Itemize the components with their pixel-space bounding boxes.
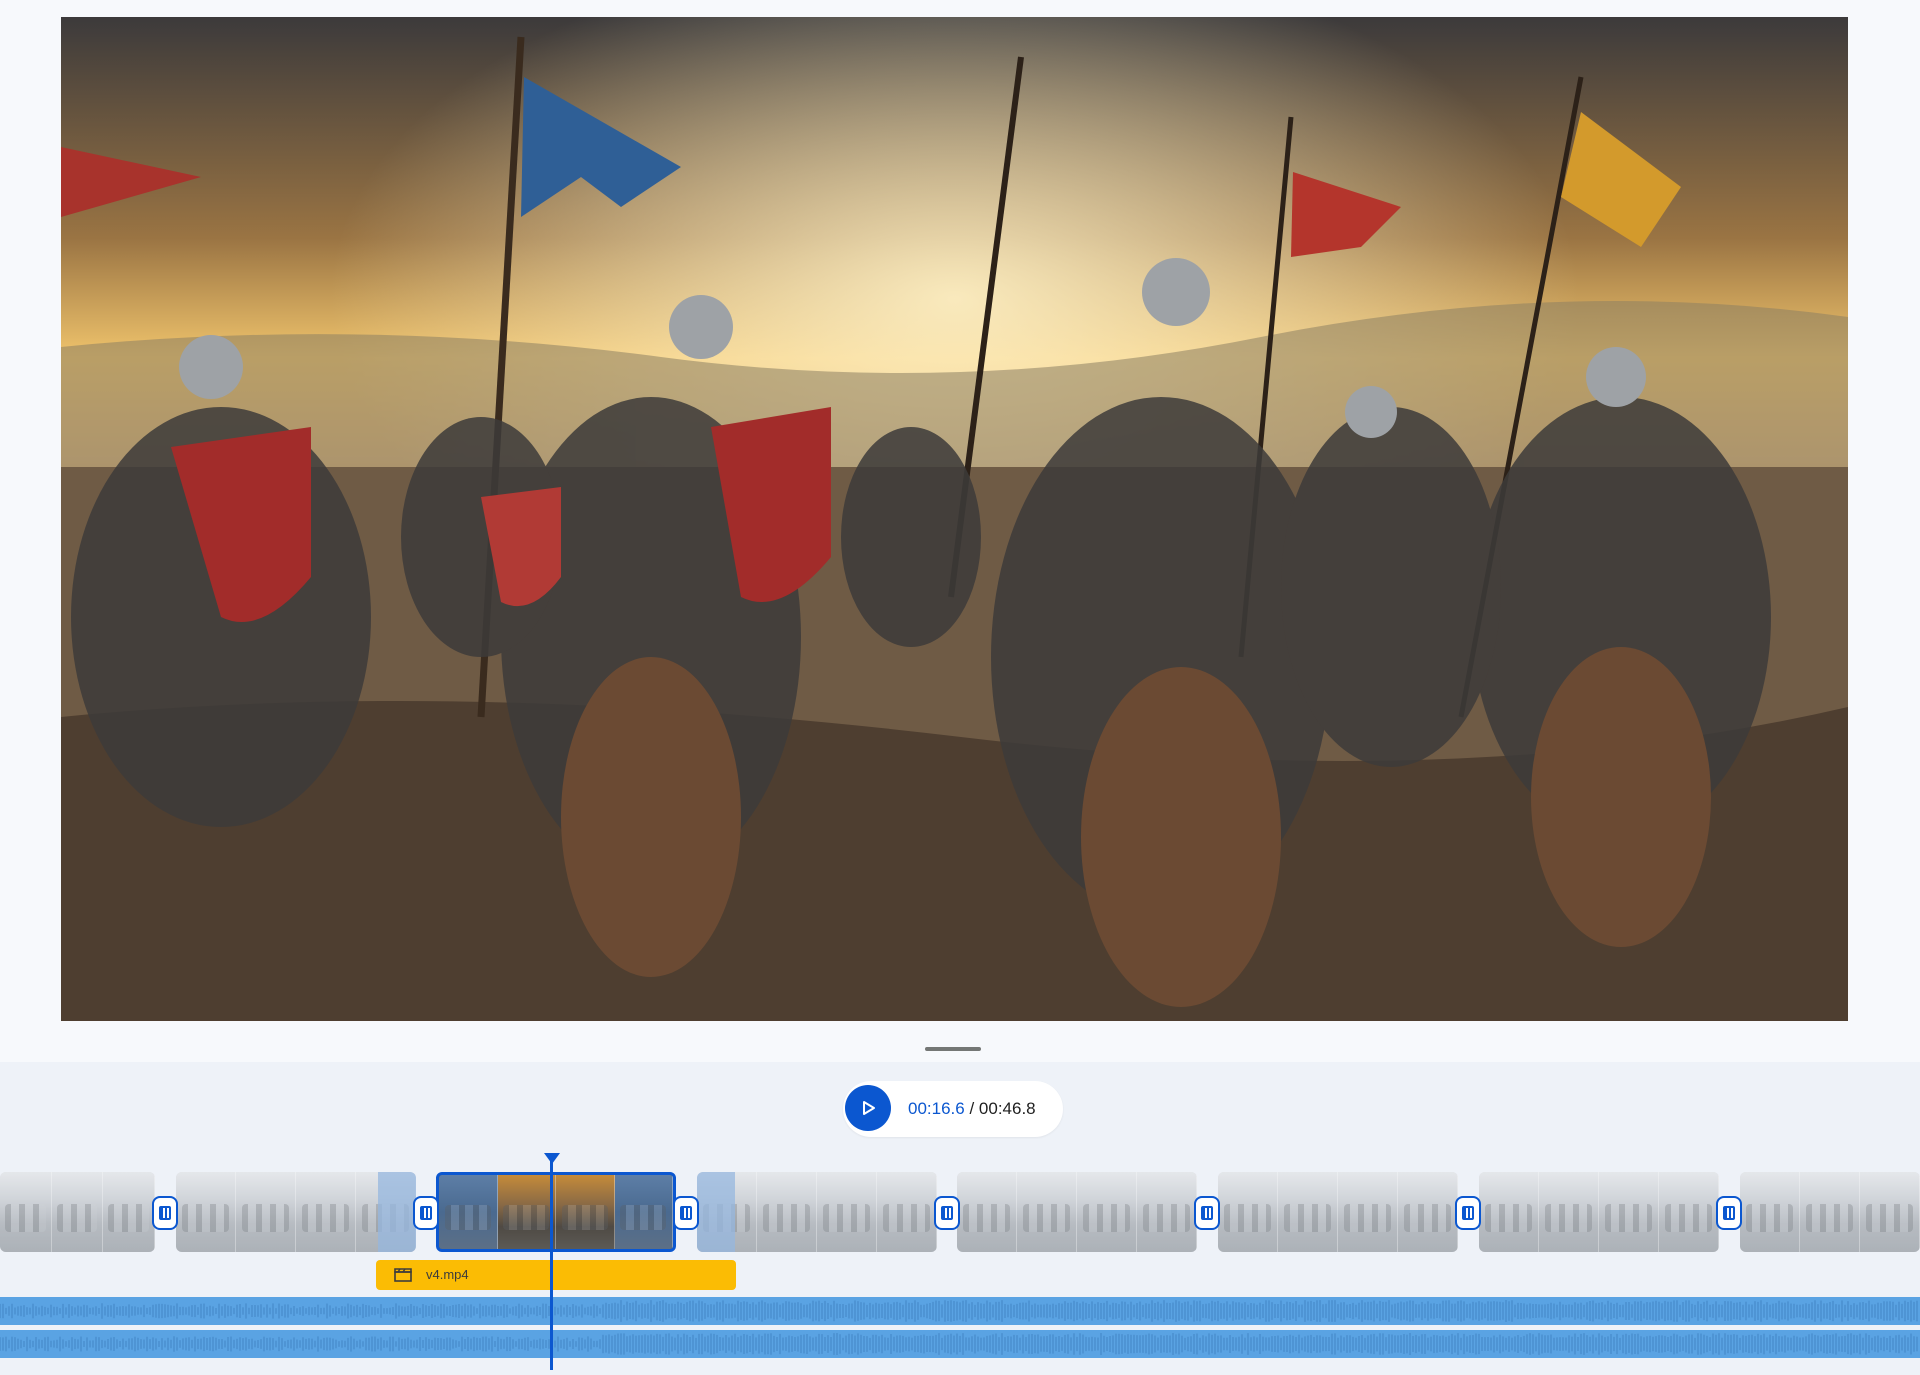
transition-icon xyxy=(1723,1206,1735,1220)
timeline-clip[interactable] xyxy=(1218,1172,1458,1252)
time-readout: 00:16.6 / 00:46.8 xyxy=(908,1099,1036,1119)
audio-waveform-1 xyxy=(0,1300,1918,1322)
transition-icon xyxy=(680,1206,692,1220)
transition-icon xyxy=(1201,1206,1213,1220)
timeline-clip[interactable] xyxy=(1479,1172,1719,1252)
media-track-clip[interactable]: v4.mp4 xyxy=(376,1260,736,1290)
audio-track-2[interactable] xyxy=(0,1330,1920,1358)
timeline-clip[interactable] xyxy=(957,1172,1197,1252)
clapperboard-icon xyxy=(394,1268,412,1282)
timeline-clip[interactable] xyxy=(1740,1172,1920,1252)
media-track-label: v4.mp4 xyxy=(426,1267,469,1282)
playhead-handle[interactable] xyxy=(544,1153,560,1164)
transition-button[interactable] xyxy=(934,1196,960,1230)
timeline-clip[interactable] xyxy=(0,1172,155,1252)
total-time: 00:46.8 xyxy=(978,1099,1036,1118)
transition-icon xyxy=(1462,1206,1474,1220)
audio-track-1[interactable] xyxy=(0,1297,1920,1325)
transition-button[interactable] xyxy=(1455,1196,1481,1230)
timeline-clip-selected[interactable] xyxy=(436,1172,676,1252)
time-separator: / xyxy=(964,1099,979,1118)
playhead-line xyxy=(550,1158,553,1370)
playback-controls: 00:16.6 / 00:46.8 xyxy=(843,1081,1063,1137)
transition-button[interactable] xyxy=(1194,1196,1220,1230)
preview-frame xyxy=(61,17,1848,1021)
transition-button[interactable] xyxy=(1716,1196,1742,1230)
transition-icon xyxy=(420,1206,432,1220)
current-time: 00:16.6 xyxy=(908,1099,965,1118)
audio-waveform-2 xyxy=(0,1333,1918,1355)
timeline: v4.mp4 xyxy=(0,1150,1920,1375)
transition-button[interactable] xyxy=(413,1196,439,1230)
transition-button[interactable] xyxy=(152,1196,178,1230)
video-preview[interactable] xyxy=(61,17,1848,1021)
transition-icon xyxy=(941,1206,953,1220)
timeline-clip[interactable] xyxy=(697,1172,937,1252)
panel-resize-handle[interactable] xyxy=(925,1047,981,1051)
play-icon xyxy=(863,1101,875,1115)
transition-button[interactable] xyxy=(673,1196,699,1230)
timeline-clip[interactable] xyxy=(176,1172,416,1252)
transition-icon xyxy=(159,1206,171,1220)
play-button[interactable] xyxy=(845,1085,891,1131)
